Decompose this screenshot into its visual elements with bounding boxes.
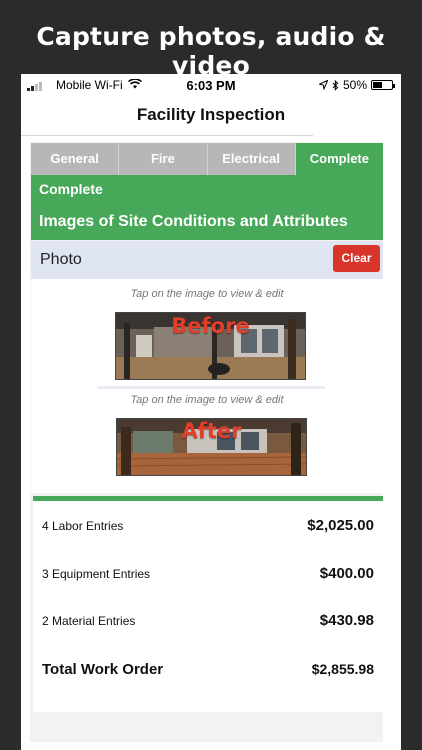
battery-percent: 50% bbox=[342, 78, 367, 92]
bluetooth-icon bbox=[332, 79, 339, 91]
section-subtitle: Complete bbox=[39, 181, 103, 197]
status-right: 50% bbox=[318, 78, 395, 92]
photo-gallery: Tap on the image to view & edit Before T… bbox=[31, 279, 383, 493]
section-title: Images of Site Conditions and Attributes bbox=[39, 213, 348, 230]
status-bar: Mobile Wi-Fi 6:03 PM 50% bbox=[21, 74, 401, 96]
image-hint: Tap on the image to view & edit bbox=[130, 288, 284, 300]
section-header: Complete Images of Site Conditions and A… bbox=[31, 175, 383, 240]
phone-screen: Mobile Wi-Fi 6:03 PM 50% Facility Inspec… bbox=[21, 74, 401, 750]
before-image[interactable]: Before bbox=[115, 312, 306, 380]
nav-divider bbox=[21, 135, 313, 136]
promo-headline: Capture photos, audio & video bbox=[36, 22, 386, 80]
photo-field-header: Photo Clear bbox=[31, 241, 383, 279]
image-hint: Tap on the image to view & edit bbox=[130, 394, 284, 406]
nav-bar: Facility Inspection bbox=[21, 96, 401, 136]
tab-fire[interactable]: Fire bbox=[118, 143, 207, 175]
after-overlay-label: After bbox=[181, 419, 242, 443]
total-work-order-value: $2,855.98 bbox=[311, 661, 374, 677]
tab-complete[interactable]: Complete bbox=[294, 143, 383, 175]
form-content: General Fire Electrical Complete Complet… bbox=[30, 142, 383, 742]
labor-entries-row[interactable]: 4 Labor Entries $2,025.00 bbox=[33, 513, 383, 539]
total-work-order-label: Total Work Order bbox=[42, 661, 164, 678]
battery-icon bbox=[371, 80, 395, 90]
tab-electrical[interactable]: Electrical bbox=[206, 143, 295, 175]
labor-entries-value: $2,025.00 bbox=[307, 517, 374, 534]
material-entries-label: 2 Material Entries bbox=[42, 614, 136, 628]
image-divider bbox=[97, 386, 325, 389]
photo-field-label: Photo bbox=[40, 251, 82, 268]
page-title: Facility Inspection bbox=[136, 105, 286, 124]
section-tabs: General Fire Electrical Complete bbox=[31, 143, 383, 175]
equipment-entries-row[interactable]: 3 Equipment Entries $400.00 bbox=[33, 561, 383, 587]
location-arrow-icon bbox=[318, 80, 328, 90]
equipment-entries-value: $400.00 bbox=[319, 565, 374, 582]
material-entries-row[interactable]: 2 Material Entries $430.98 bbox=[33, 608, 383, 634]
total-work-order-row: Total Work Order $2,855.98 bbox=[33, 656, 383, 682]
clear-button[interactable]: Clear bbox=[333, 245, 380, 272]
before-overlay-label: Before bbox=[171, 314, 250, 338]
equipment-entries-label: 3 Equipment Entries bbox=[42, 567, 151, 581]
labor-entries-label: 4 Labor Entries bbox=[42, 519, 124, 533]
material-entries-value: $430.98 bbox=[319, 612, 374, 629]
after-image[interactable]: After bbox=[116, 418, 307, 476]
work-order-summary: 4 Labor Entries $2,025.00 3 Equipment En… bbox=[33, 496, 383, 712]
tab-general[interactable]: General bbox=[31, 143, 119, 175]
